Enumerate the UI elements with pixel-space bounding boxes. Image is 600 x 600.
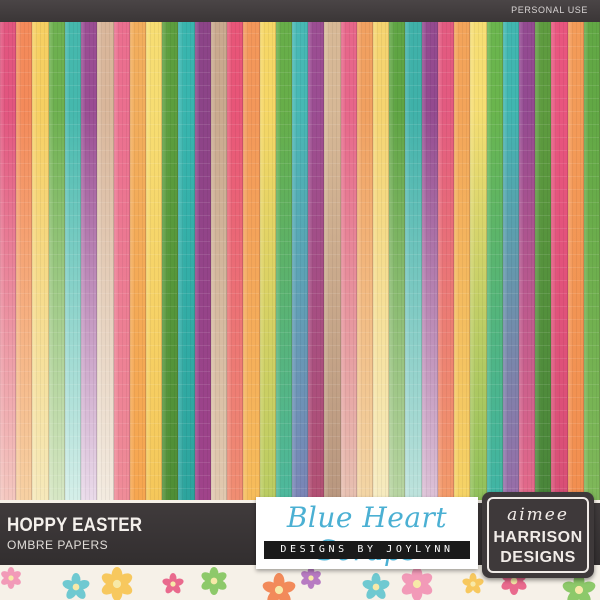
flower-icon [62,573,90,599]
paper-strip [373,22,390,502]
flower-icon [262,573,296,600]
paper-strip [405,22,422,502]
flower-icon [362,573,390,599]
paper-strip [454,22,471,502]
paper-strip [567,22,584,502]
aimee-harrison-first-name: aimee [507,505,569,525]
flower-icon [101,567,133,600]
paper-strip [48,22,65,502]
paper-strip [97,22,114,502]
paper-strip [324,22,341,502]
product-preview: PERSONAL USE HOPPY EASTER OMBRE PAPERS B… [0,0,600,600]
paper-strip [210,22,228,502]
paper-strip [291,22,309,502]
paper-strip [389,22,406,502]
paper-strip [437,22,455,502]
paper-strip [308,22,325,502]
blue-heart-scraps-logo: Blue Heart Scraps DESIGNS BY JOYLYNN [256,497,478,569]
aimee-harrison-logo: aimee HARRISON DESIGNS [482,492,594,578]
paper-strip [519,22,536,502]
paper-strip [0,22,17,502]
top-bar: PERSONAL USE [0,0,600,22]
paper-strip [356,22,374,502]
flower-icon [201,567,227,595]
paper-strip [470,22,487,502]
paper-strip [340,22,357,502]
aimee-harrison-logo-frame: aimee HARRISON DESIGNS [487,497,589,573]
flower-icon [401,567,433,600]
paper-strip [32,22,49,502]
paper-strip [535,22,552,502]
aimee-harrison-designs: DESIGNS [500,549,576,566]
paper-strip [421,22,438,502]
blue-heart-scraps-tagline: DESIGNS BY JOYLYNN [264,541,470,559]
paper-strip [551,22,568,502]
paper-strip [227,22,244,502]
paper-strip [502,22,519,502]
paper-strip [113,22,130,502]
paper-strip [486,22,503,502]
product-subtitle: OMBRE PAPERS [7,538,109,552]
paper-strip [129,22,146,502]
paper-strip [145,22,163,502]
product-title: HOPPY EASTER [7,514,143,536]
paper-strip [275,22,292,502]
paper-strip [64,22,82,502]
license-label: PERSONAL USE [511,5,588,15]
flower-icon [462,573,484,594]
flower-icon [301,567,321,589]
flower-icon [162,573,184,594]
paper-strip [583,22,600,502]
aimee-harrison-last-name: HARRISON [493,529,583,546]
paper-strip [178,22,195,502]
paper-strip [16,22,33,502]
paper-strip [81,22,98,502]
ombre-paper-strips [0,22,600,502]
paper-strip [243,22,260,502]
paper-strip [259,22,276,502]
paper-strip [194,22,211,502]
flower-icon [1,567,21,589]
paper-strip [162,22,179,502]
